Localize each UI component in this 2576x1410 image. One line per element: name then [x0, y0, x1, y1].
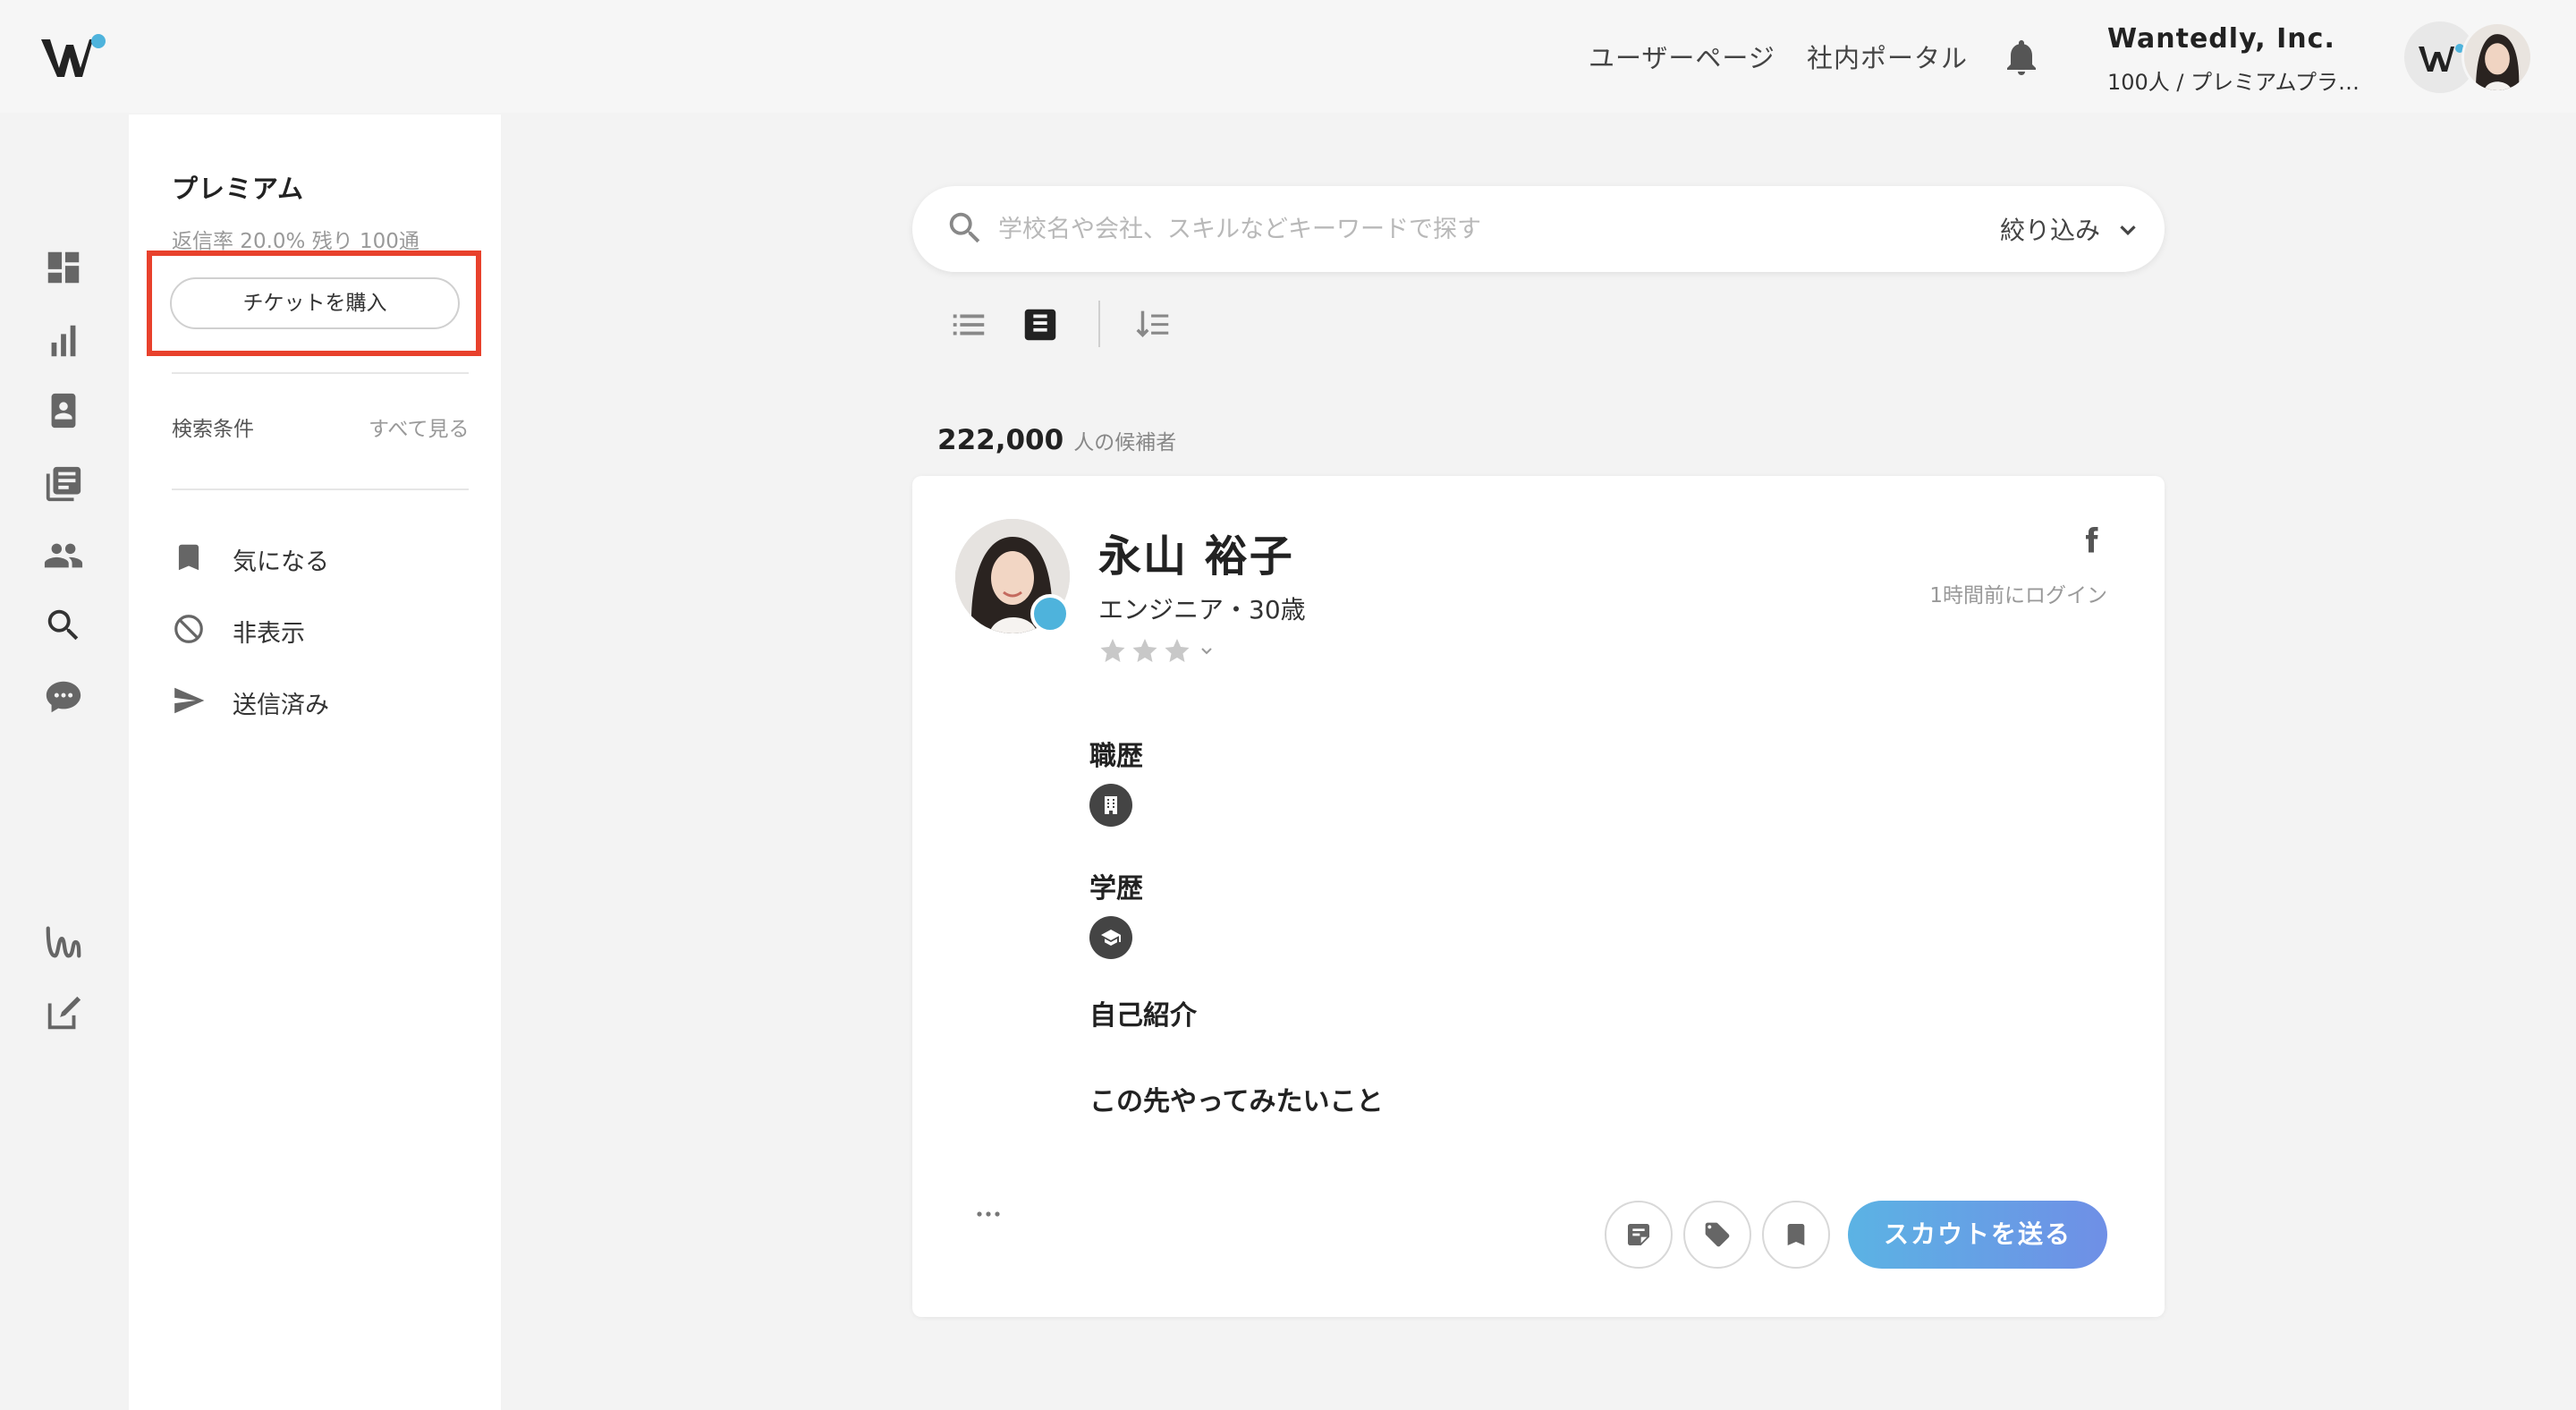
tag-button[interactable]	[1683, 1201, 1751, 1269]
star-icon	[1100, 639, 1125, 662]
search-icon	[949, 212, 980, 243]
candidate-count: 222,000 人の候補者	[937, 424, 1176, 456]
dashboard-icon[interactable]	[43, 247, 84, 288]
memo-button[interactable]	[1605, 1201, 1673, 1269]
sort-icon[interactable]	[1132, 304, 1174, 345]
filter-label: 絞り込み	[2000, 216, 2101, 245]
send-scout-button[interactable]: スカウトを送る	[1848, 1201, 2107, 1269]
memo-icon	[1628, 1224, 1649, 1245]
star-icon	[1165, 639, 1190, 662]
chevron-down-icon	[2120, 225, 2136, 236]
card-view-icon[interactable]	[1020, 304, 1061, 345]
search-bar: 絞り込み	[912, 186, 2165, 272]
see-all-link[interactable]: すべて見る	[369, 412, 469, 442]
star-icon	[1132, 639, 1157, 662]
intro-heading: 自己紹介	[1089, 1000, 1197, 1032]
search-conditions-label: 検索条件	[172, 418, 254, 441]
nav-item-label: 気になる	[233, 548, 329, 576]
candidate-count-number: 222,000	[937, 424, 1064, 456]
top-header: ユーザーページ 社内ポータル Wantedly, Inc. 100人 / プレミ…	[0, 0, 2576, 113]
buy-ticket-button[interactable]: チケットを購入	[170, 277, 460, 329]
profile-card-icon[interactable]	[43, 390, 84, 431]
nav-item-bookmarked[interactable]: 気になる	[172, 539, 467, 578]
articles-icon[interactable]	[43, 463, 84, 505]
search-input[interactable]	[998, 206, 1893, 252]
building-icon	[1105, 796, 1117, 814]
user-avatar[interactable]	[2462, 21, 2533, 93]
facebook-icon[interactable]	[2075, 522, 2107, 558]
chevron-down-icon	[1201, 648, 1212, 655]
wantedly-logo[interactable]	[39, 32, 107, 82]
notification-bell-icon[interactable]	[2000, 36, 2043, 79]
divider	[172, 488, 469, 490]
more-options-icon[interactable]	[975, 1210, 1002, 1219]
wantedly-brand-icon[interactable]	[43, 922, 84, 963]
user-page-link[interactable]: ユーザーページ	[1589, 38, 1775, 75]
reply-rate-stats: 返信率 20.0% 残り 100通	[172, 230, 419, 253]
rating-stars[interactable]	[1097, 635, 1222, 667]
list-view-icon[interactable]	[948, 304, 989, 345]
company-plan: 100人 / プレミアムプラン ...	[2107, 70, 2376, 95]
bookmark-icon	[178, 544, 199, 571]
internal-portal-link[interactable]: 社内ポータル	[1807, 38, 1968, 75]
online-status-badge	[1030, 594, 1070, 633]
candidate-name[interactable]: 永山 裕子	[1098, 521, 1294, 583]
premium-panel: プレミアム 返信率 20.0% 残り 100通 チケットを購入 検索条件 すべて…	[129, 115, 501, 1410]
last-login-text: 1時間前にログイン	[1929, 584, 2107, 607]
block-icon	[174, 615, 203, 643]
nav-item-hidden[interactable]: 非表示	[172, 610, 467, 650]
send-icon	[174, 687, 205, 714]
divider	[172, 372, 469, 374]
company-icon	[1089, 784, 1132, 827]
chat-icon[interactable]	[43, 676, 84, 718]
bookmark-icon	[1787, 1224, 1805, 1245]
candidate-count-label: 人の候補者	[1073, 431, 1177, 454]
nav-item-sent[interactable]: 送信済み	[172, 682, 467, 721]
school-icon	[1089, 916, 1132, 959]
search-nav-icon[interactable]	[43, 605, 84, 646]
bookmark-button[interactable]	[1762, 1201, 1830, 1269]
people-icon[interactable]	[43, 535, 84, 576]
graduation-cap-icon	[1101, 930, 1121, 946]
future-goals-heading: この先やってみたいこと	[1089, 1086, 1384, 1117]
nav-item-label: 非表示	[233, 620, 305, 648]
career-heading: 職歴	[1089, 741, 1143, 772]
company-name: Wantedly, Inc.	[2107, 23, 2335, 55]
tag-icon	[1705, 1222, 1730, 1247]
view-separator	[1098, 301, 1100, 347]
nav-item-label: 送信済み	[233, 692, 329, 719]
edit-icon[interactable]	[43, 993, 84, 1034]
panel-title: プレミアム	[172, 174, 304, 204]
candidate-subtitle: エンジニア・30歳	[1098, 595, 1306, 624]
education-heading: 学歴	[1089, 873, 1143, 905]
filter-dropdown[interactable]: 絞り込み	[2000, 211, 2136, 247]
analytics-icon[interactable]	[43, 320, 84, 361]
user-photo	[2464, 24, 2530, 90]
candidate-card[interactable]: 永山 裕子 エンジニア・30歳 1時間前にログイン 職歴 学歴 自己紹介 この先…	[912, 476, 2165, 1317]
